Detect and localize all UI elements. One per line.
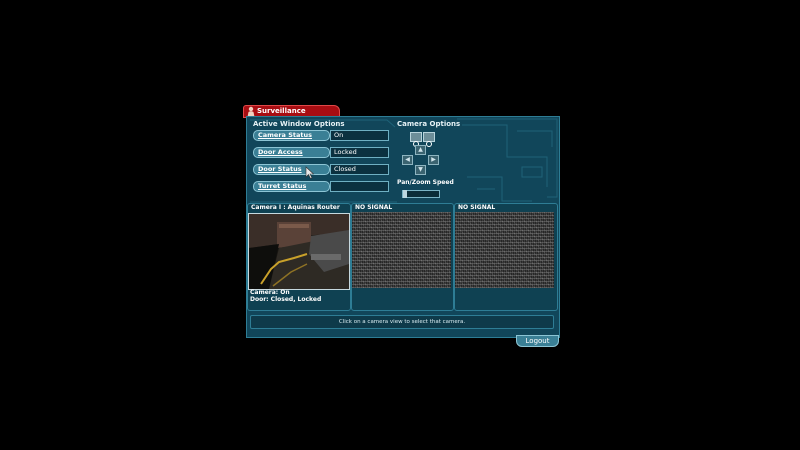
camera-3-view[interactable] [455,212,554,288]
active-window-options-header: Active Window Options [253,120,345,128]
pan-zoom-speed-slider[interactable] [402,190,440,198]
camera-3-title: NO SIGNAL [458,204,496,211]
status-bar: Click on a camera view to select that ca… [250,315,554,329]
turret-status-button[interactable]: Turret Status [253,181,330,192]
mouse-cursor-icon [305,166,315,179]
camera-1-status: Camera: On [250,289,290,296]
arrow-down-icon: ▼ [418,166,423,173]
door-access-button[interactable]: Door Access [253,147,330,158]
camera-status-value: On [330,130,389,141]
slider-knob[interactable] [403,190,407,198]
arrow-left-icon: ◀ [405,156,410,163]
pan-left-button[interactable]: ◀ [402,155,413,165]
pan-right-button[interactable]: ▶ [428,155,439,165]
camera-1-door-status: Door: Closed, Locked [250,296,322,303]
pan-up-button[interactable]: ▲ [415,145,426,155]
zoom-in-button[interactable] [410,132,422,147]
camera-2-title: NO SIGNAL [355,204,393,211]
arrow-up-icon: ▲ [418,146,423,153]
door-status-value: Closed [330,164,389,175]
camera-1-feed-image [249,214,349,289]
turret-status-value [330,181,389,192]
arrow-right-icon: ▶ [431,156,436,163]
camera-1-title: Camera I : Aquinas Router [251,204,340,211]
pan-down-button[interactable]: ▼ [415,165,426,175]
door-access-value: Locked [330,147,389,158]
pan-zoom-speed-label: Pan/Zoom Speed [397,179,454,186]
zoom-out-button[interactable] [423,132,435,147]
logout-button[interactable]: Logout [516,335,559,347]
camera-2-view[interactable] [352,212,451,288]
camera-1-view[interactable] [248,213,350,290]
camera-status-button[interactable]: Camera Status [253,130,330,141]
door-status-button[interactable]: Door Status [253,164,330,175]
camera-options-header: Camera Options [397,120,461,128]
